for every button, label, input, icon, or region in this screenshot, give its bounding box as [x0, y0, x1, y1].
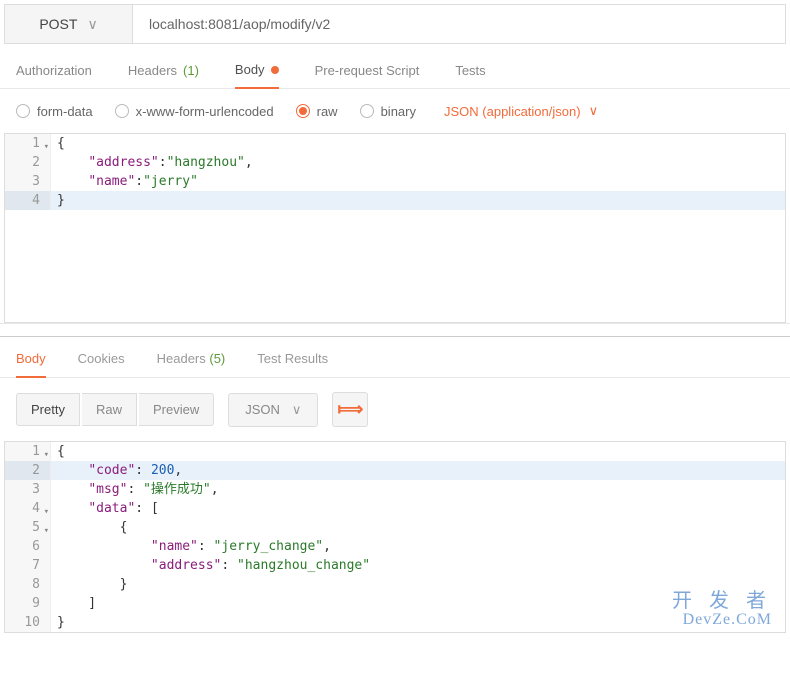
tab-authorization[interactable]: Authorization: [16, 62, 92, 88]
http-method-label: POST: [39, 16, 77, 32]
tab-headers[interactable]: Headers (1): [128, 62, 199, 88]
view-preview-button[interactable]: Preview: [139, 393, 214, 426]
wrap-icon: ⟾: [338, 399, 364, 420]
request-tabs: Authorization Headers (1) Body Pre-reque…: [0, 44, 790, 89]
resp-tab-headers[interactable]: Headers (5): [157, 351, 226, 377]
body-type-row: form-data x-www-form-urlencoded raw bina…: [0, 89, 790, 133]
resp-tab-body[interactable]: Body: [16, 351, 46, 378]
response-tabs: Body Cookies Headers (5) Test Results: [0, 337, 790, 378]
radio-form-data[interactable]: form-data: [16, 104, 93, 119]
radio-raw[interactable]: raw: [296, 104, 338, 119]
tab-prerequest[interactable]: Pre-request Script: [315, 62, 420, 88]
http-method-select[interactable]: POST ∨: [5, 5, 133, 43]
chevron-down-icon: ∨: [292, 402, 302, 418]
resp-tab-cookies[interactable]: Cookies: [78, 351, 125, 377]
url-input[interactable]: localhost:8081/aop/modify/v2: [133, 5, 785, 43]
request-body-editor[interactable]: 1▾{ 2 "address":"hangzhou", 3 "name":"je…: [4, 133, 786, 323]
pane-divider[interactable]: [0, 323, 790, 337]
wrap-lines-button[interactable]: ⟾: [332, 392, 368, 427]
content-type-select[interactable]: JSON (application/json) ∨: [444, 103, 598, 119]
view-raw-button[interactable]: Raw: [82, 393, 137, 426]
chevron-down-icon: ∨: [589, 103, 599, 119]
radio-binary[interactable]: binary: [360, 104, 416, 119]
unsaved-dot-icon: [271, 66, 279, 74]
url-value: localhost:8081/aop/modify/v2: [149, 16, 330, 32]
chevron-down-icon: ∨: [87, 16, 97, 33]
view-pretty-button[interactable]: Pretty: [16, 393, 80, 426]
tab-body[interactable]: Body: [235, 62, 279, 89]
resp-tab-test-results[interactable]: Test Results: [257, 351, 328, 377]
response-format-select[interactable]: JSON ∨: [228, 393, 318, 427]
radio-urlencoded[interactable]: x-www-form-urlencoded: [115, 104, 274, 119]
tab-tests[interactable]: Tests: [455, 62, 485, 88]
response-toolbar: Pretty Raw Preview JSON ∨ ⟾: [0, 378, 790, 441]
response-body-editor[interactable]: 1▾{ 2 "code": 200, 3 "msg": "操作成功", 4▾ "…: [4, 441, 786, 633]
request-bar: POST ∨ localhost:8081/aop/modify/v2: [4, 4, 786, 44]
